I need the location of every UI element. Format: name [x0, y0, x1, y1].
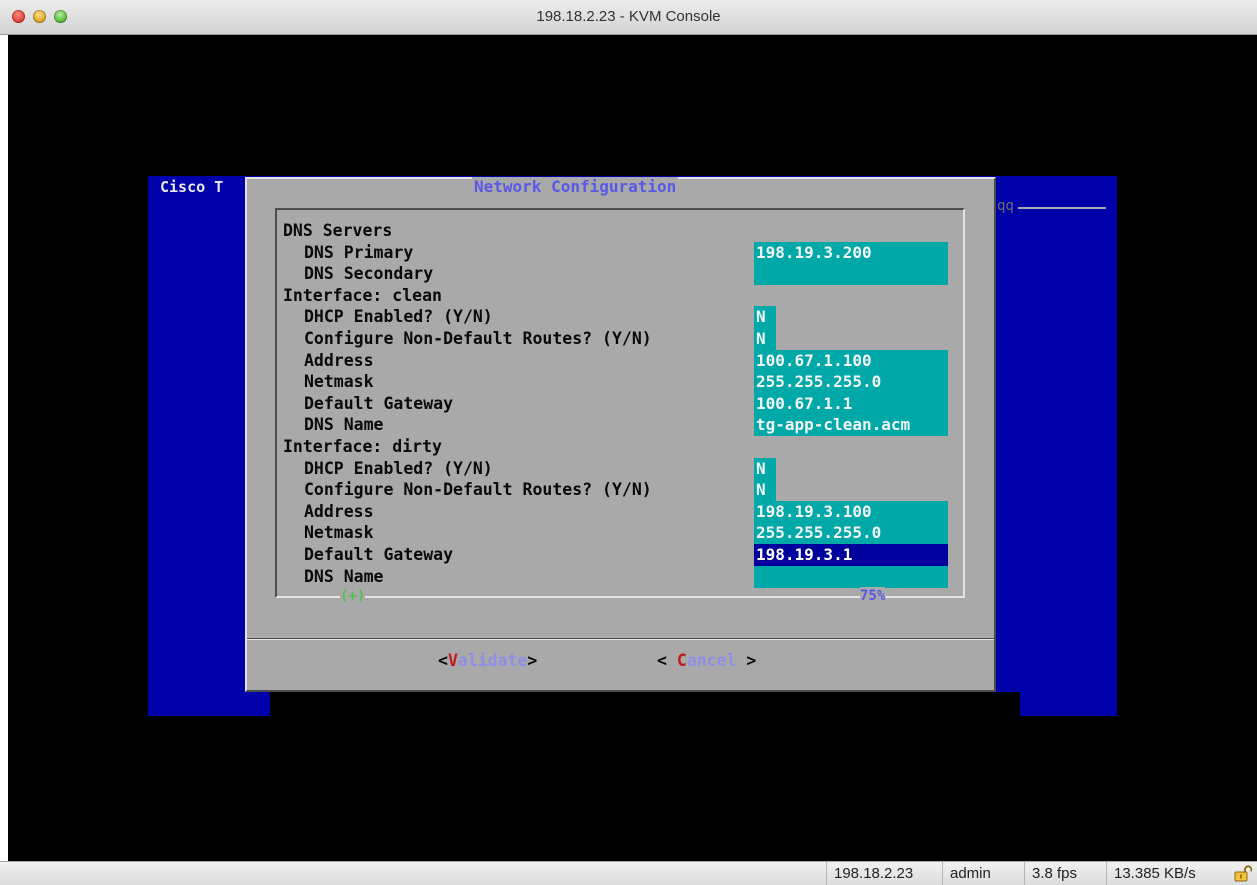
dialog-title: Network Configuration: [472, 177, 679, 197]
yes-no-field[interactable]: N: [754, 479, 776, 502]
form-rows: DNS Servers DNS Primary 198.19.3.200 DNS Se…: [277, 210, 963, 596]
text-input-field[interactable]: tg-app-clean.acm: [754, 414, 948, 437]
form-row: DNS Name: [277, 565, 963, 588]
form-row: Address 100.67.1.100: [277, 349, 963, 372]
field-label: DNS Name: [304, 566, 384, 586]
yes-no-field[interactable]: N: [754, 328, 776, 350]
form-row: Default Gateway 198.19.3.1: [277, 544, 963, 566]
form-row: DNS Servers: [277, 220, 963, 242]
section-heading: DNS Servers: [283, 221, 393, 240]
section-heading: Interface: clean: [283, 285, 442, 305]
cancel-open-bracket: <: [657, 651, 677, 670]
field-label: Address: [304, 501, 374, 521]
form-row: Netmask 255.255.255.0: [277, 371, 963, 394]
text-input-field[interactable]: 100.67.1.1: [754, 392, 948, 415]
text-input-field[interactable]: 198.19.3.200: [754, 241, 948, 264]
form-row: Configure Non-Default Routes? (Y/N) N: [277, 328, 963, 350]
section-heading: Interface: dirty: [283, 437, 442, 456]
validate-button[interactable]: <Validate>: [438, 650, 537, 672]
background-rule: [1018, 207, 1106, 209]
status-user: admin: [942, 862, 1020, 885]
text-input-field[interactable]: 198.19.3.100: [754, 500, 948, 523]
field-label: Default Gateway: [304, 393, 454, 413]
status-host: 198.18.2.23: [826, 862, 942, 885]
cancel-label: ancel: [686, 651, 737, 670]
cancel-close-bracket: >: [736, 651, 757, 670]
text-input-field[interactable]: [754, 565, 948, 588]
window-titlebar: 198.18.2.23 - KVM Console: [0, 0, 1257, 35]
text-input-field[interactable]: 255.255.255.0: [754, 371, 948, 394]
field-label: Default Gateway: [304, 545, 454, 564]
form-row: DNS Secondary: [277, 263, 963, 286]
form-row: Configure Non-Default Routes? (Y/N) N: [277, 479, 963, 502]
status-bar: 198.18.2.23 admin 3.8 fps 13.385 KB/s: [0, 861, 1257, 885]
field-label: DNS Primary: [304, 242, 414, 262]
scroll-indicator: (+): [340, 587, 366, 605]
field-label: DHCP Enabled? (Y/N): [304, 307, 493, 327]
form-row: DHCP Enabled? (Y/N) N: [277, 457, 963, 480]
validate-close-bracket: >: [527, 651, 538, 670]
field-label: DHCP Enabled? (Y/N): [304, 458, 493, 478]
form-row: Default Gateway 100.67.1.1: [277, 392, 963, 415]
field-label: Configure Non-Default Routes? (Y/N): [304, 329, 652, 348]
field-label: DNS Secondary: [304, 264, 434, 284]
text-input-field[interactable]: [754, 263, 948, 286]
field-label: Configure Non-Default Routes? (Y/N): [304, 480, 652, 500]
validate-hotkey: V: [447, 651, 458, 670]
unlocked-padlock-icon[interactable]: [1234, 865, 1252, 882]
cancel-hotkey: C: [676, 651, 687, 670]
form-row: DHCP Enabled? (Y/N) N: [277, 306, 963, 329]
form-row: Address 198.19.3.100: [277, 500, 963, 523]
status-rate: 13.385 KB/s: [1106, 862, 1230, 885]
validate-label: alidate: [457, 651, 528, 670]
field-label: Netmask: [304, 372, 374, 392]
text-input-field[interactable]: 198.19.3.1: [754, 544, 948, 566]
scroll-percent: 75%: [860, 587, 886, 605]
form-row: Interface: clean: [277, 285, 963, 307]
window-title: 198.18.2.23 - KVM Console: [536, 8, 721, 25]
dialog-shadow: [270, 692, 1020, 716]
form-area: DNS Servers DNS Primary 198.19.3.200 DNS Se…: [275, 208, 965, 598]
cancel-button[interactable]: < Cancel >: [657, 650, 756, 672]
dialog-separator: [247, 638, 994, 640]
form-row: Interface: dirty: [277, 436, 963, 458]
background-title: Cisco T: [160, 178, 224, 196]
yes-no-field[interactable]: N: [754, 457, 776, 480]
text-input-field[interactable]: 100.67.1.100: [754, 349, 948, 372]
field-label: Netmask: [304, 523, 374, 543]
background-fragment: qq: [997, 198, 1014, 214]
field-label: DNS Name: [304, 415, 384, 435]
status-fps: 3.8 fps: [1024, 862, 1104, 885]
yes-no-field[interactable]: N: [754, 306, 776, 329]
field-label: Address: [304, 350, 374, 370]
form-row: Netmask 255.255.255.0: [277, 522, 963, 545]
form-row: DNS Name tg-app-clean.acm: [277, 414, 963, 437]
form-row: DNS Primary 198.19.3.200: [277, 241, 963, 264]
text-input-field[interactable]: 255.255.255.0: [754, 522, 948, 545]
validate-open-bracket: <: [438, 651, 448, 670]
